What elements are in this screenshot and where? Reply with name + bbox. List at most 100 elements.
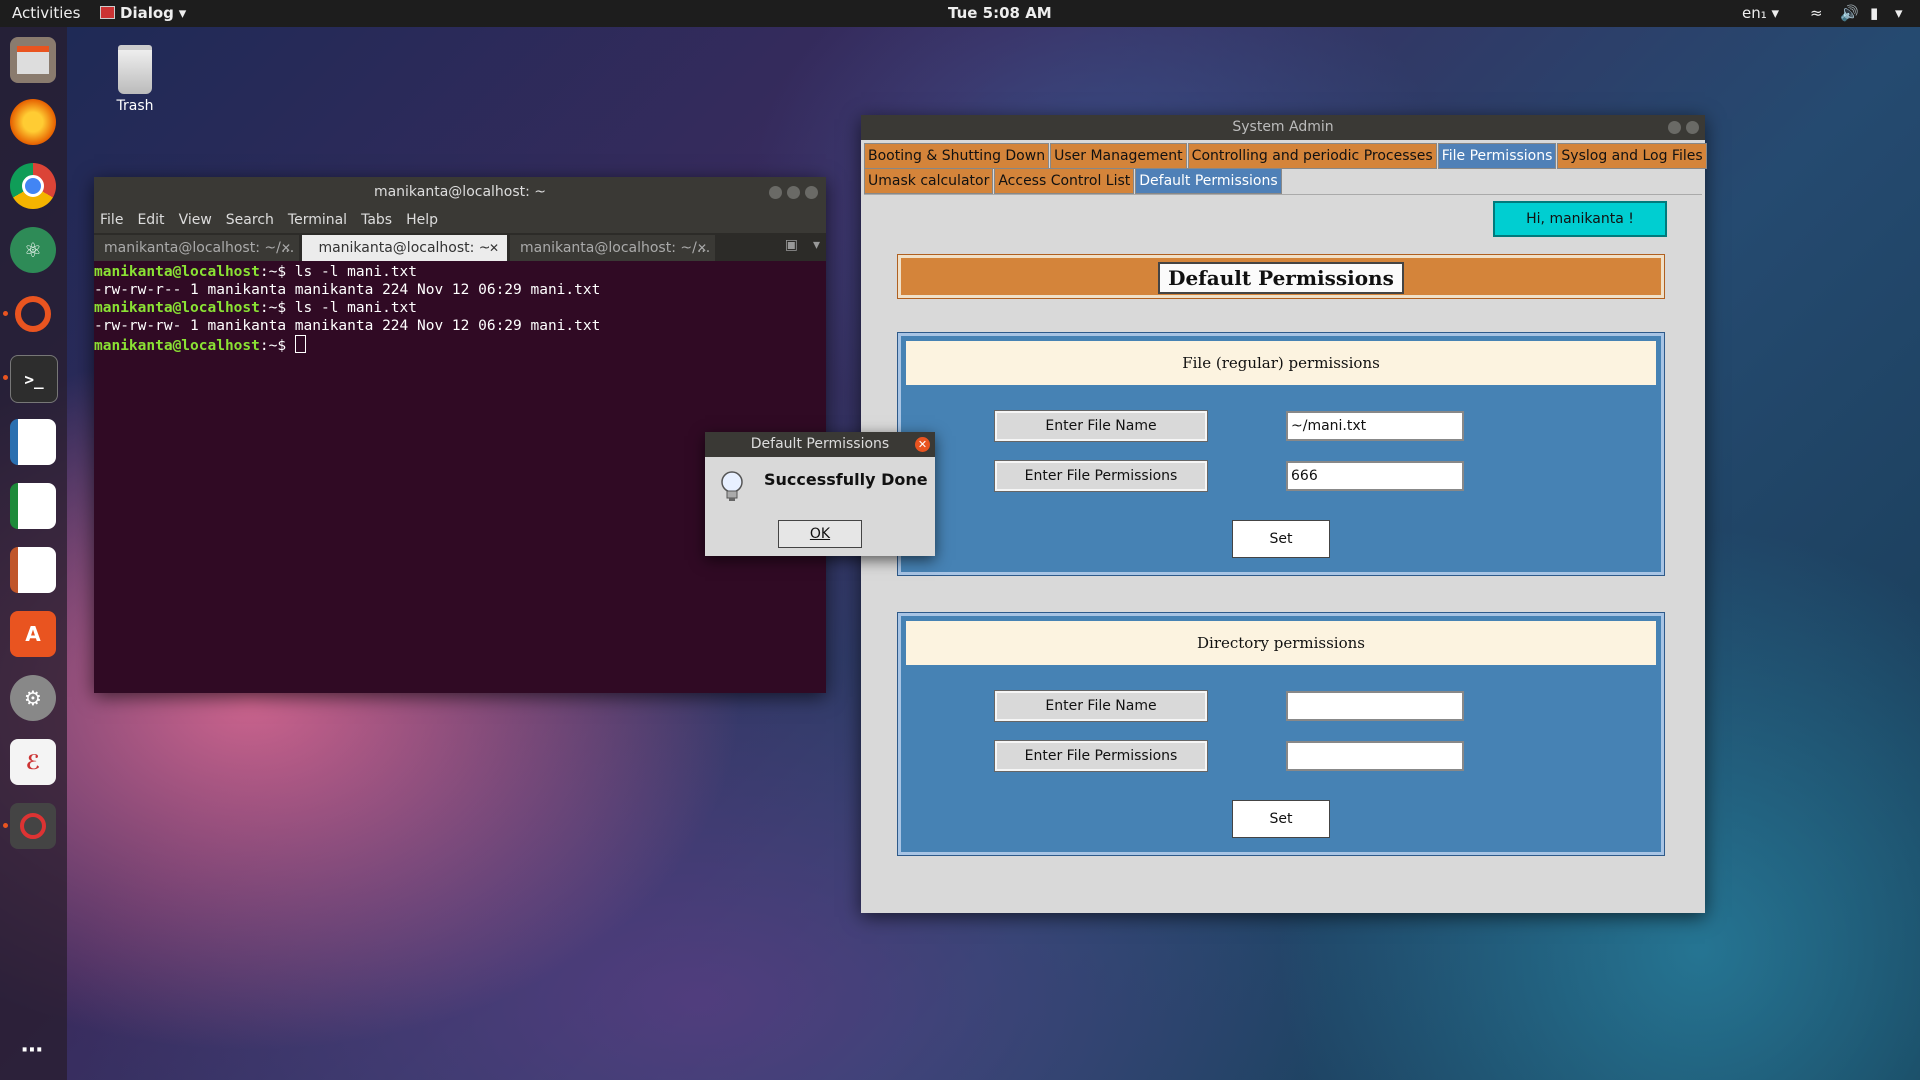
terminal-menubar: File Edit View Search Terminal Tabs Help	[94, 207, 826, 233]
minimize-button[interactable]	[1668, 121, 1681, 134]
battery-icon[interactable]: ▮	[1870, 4, 1878, 22]
menu-view[interactable]: View	[179, 212, 212, 228]
activities-button[interactable]: Activities	[12, 4, 80, 22]
settings-icon[interactable]: ⚙	[10, 675, 56, 721]
ubuntu-software-icon[interactable]	[10, 291, 56, 337]
menu-file[interactable]: File	[100, 212, 123, 228]
terminal-tab-active[interactable]: manikanta@localhost: ~ ✕	[302, 235, 507, 261]
chrome-icon[interactable]	[10, 163, 56, 209]
files-icon[interactable]	[10, 37, 56, 83]
chevron-down-icon: ▾	[178, 4, 187, 22]
tab-user-management[interactable]: User Management	[1050, 143, 1187, 169]
menu-terminal[interactable]: Terminal	[288, 212, 347, 228]
chevron-down-icon: ▾	[1771, 4, 1780, 22]
tab-umask-calculator[interactable]: Umask calculator	[864, 168, 994, 194]
file-permissions-input[interactable]: 666	[1286, 461, 1464, 491]
file-name-input[interactable]: ~/mani.txt	[1286, 411, 1464, 441]
menu-edit[interactable]: Edit	[137, 212, 164, 228]
tab-label: manikanta@localhost: ~	[318, 240, 491, 256]
dir-set-button[interactable]: Set	[1232, 800, 1330, 838]
terminal-tab[interactable]: manikanta@localhost: ~/... ✕	[510, 235, 715, 261]
chevron-down-icon[interactable]: ▾	[813, 237, 820, 253]
close-icon[interactable]: ✕	[489, 235, 499, 261]
close-button[interactable]	[805, 186, 818, 199]
dialog-title: Default Permissions	[750, 436, 890, 452]
dir-name-label-button[interactable]: Enter File Name	[994, 690, 1208, 722]
system-admin-titlebar[interactable]: System Admin	[861, 115, 1705, 140]
trash-icon	[118, 45, 152, 94]
prompt-path: :~$	[259, 300, 295, 316]
tab-access-control-list[interactable]: Access Control List	[994, 168, 1135, 194]
firefox-icon[interactable]	[10, 99, 56, 145]
prompt-path: :~$	[259, 338, 295, 354]
close-icon[interactable]: ✕	[915, 437, 930, 452]
calc-icon[interactable]	[10, 483, 56, 529]
terminal-title: manikanta@localhost: ~	[373, 184, 547, 200]
atom-icon[interactable]: ⚛	[10, 227, 56, 273]
dir-name-input[interactable]	[1286, 691, 1464, 721]
menu-tabs[interactable]: Tabs	[361, 212, 392, 228]
message-dialog: Default Permissions ✕ Successfully Done …	[705, 432, 935, 556]
file-permissions-panel: File (regular) permissions Enter File Na…	[897, 332, 1665, 576]
terminal-line: -rw-rw-rw- 1 manikanta manikanta 224 Nov…	[94, 318, 601, 334]
file-set-button[interactable]: Set	[1232, 520, 1330, 558]
tab-file-permissions[interactable]: File Permissions	[1437, 143, 1557, 169]
text-cursor	[294, 335, 306, 353]
terminal-line: manikanta@localhost:~$	[94, 335, 826, 355]
trash-label: Trash	[116, 98, 154, 114]
app-menu[interactable]: Dialog ▾	[100, 4, 186, 22]
menu-search[interactable]: Search	[226, 212, 274, 228]
dialog-titlebar[interactable]: Default Permissions ✕	[705, 432, 935, 457]
info-lightbulb-icon	[719, 470, 745, 508]
running-indicator	[3, 311, 8, 316]
terminal-titlebar[interactable]: manikanta@localhost: ~	[94, 177, 826, 207]
volume-icon[interactable]: 🔊	[1840, 4, 1859, 22]
tab-row-1: Booting & Shutting Down User Management …	[864, 143, 1708, 169]
tab-syslog[interactable]: Syslog and Log Files	[1557, 143, 1707, 169]
command: ls -l mani.txt	[294, 264, 418, 280]
new-tab-icon[interactable]: ▣	[785, 237, 798, 253]
page-title: Default Permissions	[1158, 262, 1404, 294]
greeting-button[interactable]: Hi, manikanta !	[1493, 201, 1667, 237]
blocked-icon[interactable]	[10, 803, 56, 849]
tab-content: Hi, manikanta ! Default Permissions File…	[864, 194, 1702, 911]
writer-icon[interactable]	[10, 419, 56, 465]
menu-help[interactable]: Help	[406, 212, 438, 228]
app-store-icon[interactable]: A	[10, 611, 56, 657]
editor-icon[interactable]: ℰ	[10, 739, 56, 785]
maximize-button[interactable]	[787, 186, 800, 199]
terminal-tab[interactable]: manikanta@localhost: ~/... ✕	[94, 235, 299, 261]
file-name-label-button[interactable]: Enter File Name	[994, 410, 1208, 442]
panel-title: Directory permissions	[906, 621, 1656, 665]
section-header: Default Permissions	[897, 254, 1665, 299]
clock[interactable]: Tue 5:08 AM	[948, 4, 1052, 22]
close-icon[interactable]: ✕	[281, 235, 291, 261]
dir-permissions-label-button[interactable]: Enter File Permissions	[994, 740, 1208, 772]
tab-default-permissions[interactable]: Default Permissions	[1135, 168, 1282, 194]
terminal-icon[interactable]: >_	[10, 355, 58, 403]
prompt-path: :~$	[259, 264, 295, 280]
window-title: System Admin	[1232, 119, 1334, 135]
system-admin-window: System Admin Booting & Shutting Down Use…	[861, 115, 1708, 913]
trash-desktop-icon[interactable]: Trash	[105, 45, 165, 114]
show-apps-icon[interactable]: ⋯	[10, 1027, 56, 1073]
dialog-message: Successfully Done	[764, 470, 928, 489]
minimize-button[interactable]	[769, 186, 782, 199]
wifi-icon[interactable]: ≈	[1810, 4, 1823, 22]
impress-icon[interactable]	[10, 547, 56, 593]
close-icon[interactable]: ✕	[697, 235, 707, 261]
close-button[interactable]	[1686, 121, 1699, 134]
file-permissions-label-button[interactable]: Enter File Permissions	[994, 460, 1208, 492]
dialog-app-icon	[100, 6, 115, 19]
panel-title: File (regular) permissions	[906, 341, 1656, 385]
terminal-tabbar: manikanta@localhost: ~/... ✕ manikanta@lo…	[94, 233, 826, 261]
terminal-output[interactable]: manikanta@localhost:~$ ls -l mani.txt -r…	[94, 261, 826, 355]
tab-processes[interactable]: Controlling and periodic Processes	[1187, 143, 1437, 169]
dir-permissions-input[interactable]	[1286, 741, 1464, 771]
language-indicator[interactable]: en₁ ▾	[1742, 4, 1779, 22]
tab-booting[interactable]: Booting & Shutting Down	[864, 143, 1050, 169]
chevron-down-icon[interactable]: ▾	[1895, 4, 1903, 22]
dock: ⚛ >_ A ⚙ ℰ ⋯	[0, 27, 67, 1080]
directory-permissions-panel: Directory permissions Enter File Name En…	[897, 612, 1665, 856]
ok-button[interactable]: OK	[778, 520, 862, 548]
